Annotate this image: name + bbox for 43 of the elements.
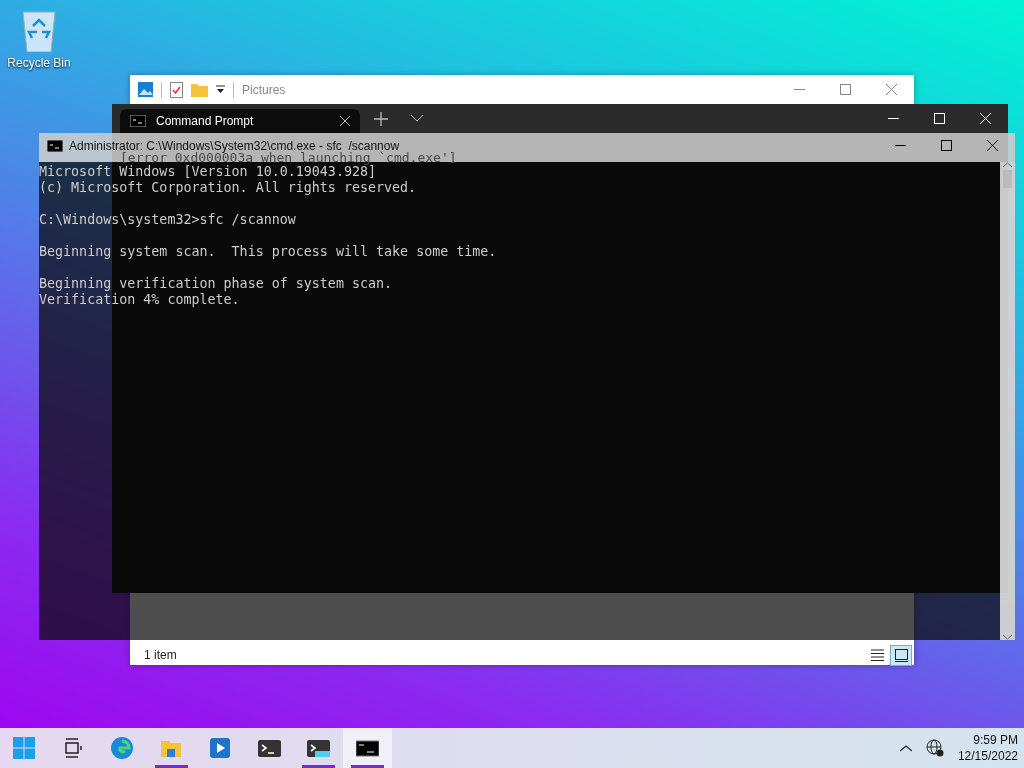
taskbar-button[interactable] [343,728,392,768]
scrollbar[interactable] [1000,162,1015,640]
console-line: C:\Windows\system32>sfc /scannow [39,212,297,228]
console-line: Beginning verification phase of system scan. [39,276,394,292]
list-icon [870,649,884,661]
window-title: Administrator: C:\Windows\System32\cmd.exe - sfc /scannow [69,138,400,153]
media-player-icon [210,737,230,758]
maximize-icon [940,140,952,151]
terminal-icon [307,739,330,757]
large-icons-view-button[interactable] [890,644,912,666]
terminal-tab[interactable]: Command Prompt [120,109,360,133]
window-icon [894,648,908,662]
scroll-up-icon[interactable] [1003,162,1012,168]
globe-icon[interactable] [925,739,944,757]
scroll-down-icon[interactable] [1003,634,1012,640]
console-line: (c) Microsoft Corporation. All rights reserved. [39,180,418,196]
dropdown-icon[interactable] [216,85,225,94]
terminal-icon [258,739,281,757]
close-icon [986,140,998,151]
command-prompt-icon [130,115,146,127]
recycle-bin-icon[interactable] [20,8,58,52]
clock-time[interactable]: 9:59 PM [973,733,1018,747]
task-view-icon [65,737,82,758]
console-line: Beginning system scan. This process will take some time. [39,244,498,260]
command-prompt-icon [356,740,379,756]
close-icon [979,113,991,124]
command-prompt-icon [47,139,63,152]
clock-date[interactable]: 12/15/2022 [957,749,1018,763]
maximize-icon [933,113,945,124]
console-line: Verification 4% complete. [39,292,241,308]
error-message: [error 0xd000003a when launching `cmd.exe'] [120,151,457,164]
status-text: 1 item [144,648,178,662]
window-title: Pictures [242,82,287,97]
browser-icon [111,736,133,759]
folder-icon [161,740,181,757]
properties-icon[interactable] [170,81,183,98]
console-line: Microsoft Windows [Version 10.0.19043.928] [39,164,378,180]
chevron-up-icon[interactable] [899,744,912,752]
close-icon [885,84,897,95]
maximize-icon [839,84,851,95]
windows-logo-icon [13,736,35,759]
picture-icon [138,82,153,97]
close-icon[interactable] [340,116,350,126]
